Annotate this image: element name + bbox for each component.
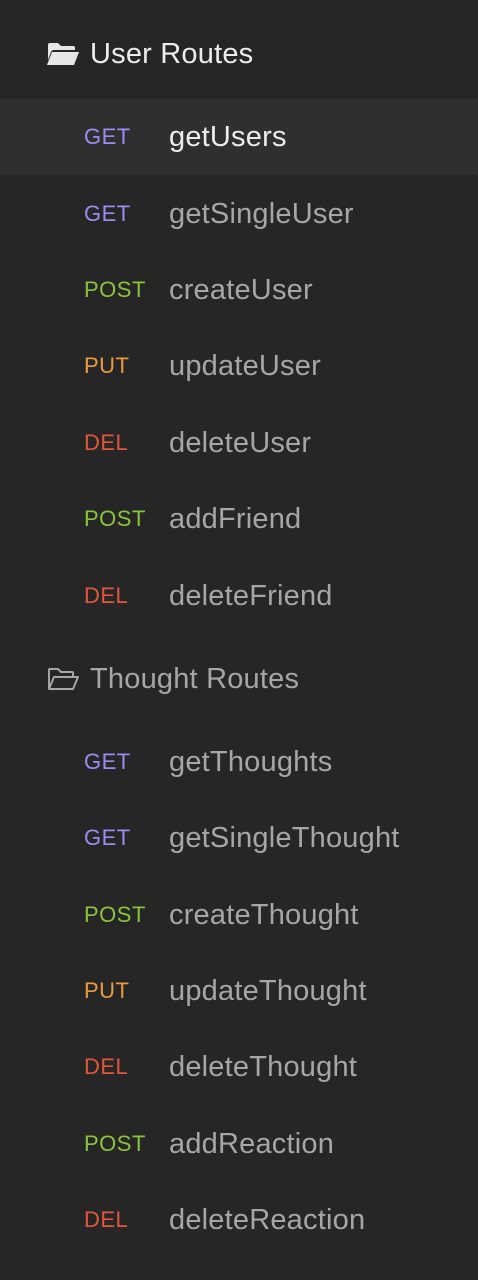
request-item-addfriend[interactable]: POST addFriend [0, 481, 478, 557]
method-badge: DEL [84, 1054, 129, 1079]
request-item-updatethought[interactable]: PUT updateThought [0, 953, 478, 1029]
folder-outline-icon [46, 665, 80, 693]
request-item-getthoughts[interactable]: GET getThoughts [0, 724, 478, 800]
request-name: addReaction [169, 1127, 335, 1160]
request-name: addFriend [169, 502, 302, 535]
request-name: getSingleUser [169, 197, 354, 230]
request-name: getThoughts [169, 745, 333, 778]
request-name: deleteThought [169, 1050, 358, 1083]
request-name: deleteReaction [169, 1203, 366, 1236]
folder-label: User Routes [90, 37, 254, 70]
request-item-deletefriend[interactable]: DEL deleteFriend [0, 558, 478, 634]
folder-label: Thought Routes [90, 662, 300, 695]
method-badge: PUT [84, 353, 130, 378]
request-name: deleteFriend [169, 579, 333, 612]
request-name: createThought [169, 898, 359, 931]
method-badge: POST [84, 277, 146, 302]
request-name: createUser [169, 273, 313, 306]
method-badge: GET [84, 749, 131, 774]
request-name: getUsers [169, 120, 287, 153]
request-item-getsinglethought[interactable]: GET getSingleThought [0, 800, 478, 876]
request-item-deletethought[interactable]: DEL deleteThought [0, 1029, 478, 1105]
method-badge: POST [84, 506, 146, 531]
folder-open-icon [46, 40, 80, 68]
method-badge: PUT [84, 978, 130, 1003]
request-name: updateUser [169, 349, 321, 382]
request-name: updateThought [169, 974, 367, 1007]
folder-user-routes[interactable]: User Routes [0, 18, 478, 90]
method-badge: DEL [84, 1207, 129, 1232]
folder-thought-routes[interactable]: Thought Routes [0, 643, 478, 715]
request-item-deleteuser[interactable]: DEL deleteUser [0, 405, 478, 481]
method-badge: GET [84, 201, 131, 226]
request-name: getSingleThought [169, 821, 400, 854]
method-badge: DEL [84, 430, 129, 455]
method-badge: POST [84, 902, 146, 927]
method-badge: GET [84, 124, 131, 149]
request-item-createthought[interactable]: POST createThought [0, 877, 478, 953]
method-badge: DEL [84, 583, 129, 608]
request-item-updateuser[interactable]: PUT updateUser [0, 328, 478, 404]
request-item-createuser[interactable]: POST createUser [0, 252, 478, 328]
request-item-getsingleuser[interactable]: GET getSingleUser [0, 176, 478, 252]
request-item-deletereaction[interactable]: DEL deleteReaction [0, 1182, 478, 1258]
request-name: deleteUser [169, 426, 312, 459]
method-badge: GET [84, 825, 131, 850]
request-item-addreaction[interactable]: POST addReaction [0, 1106, 478, 1182]
method-badge: POST [84, 1131, 146, 1156]
request-item-getusers[interactable]: GET getUsers [0, 99, 478, 175]
request-sidebar: User Routes GET getUsers GET getSingleUs… [0, 0, 478, 1280]
